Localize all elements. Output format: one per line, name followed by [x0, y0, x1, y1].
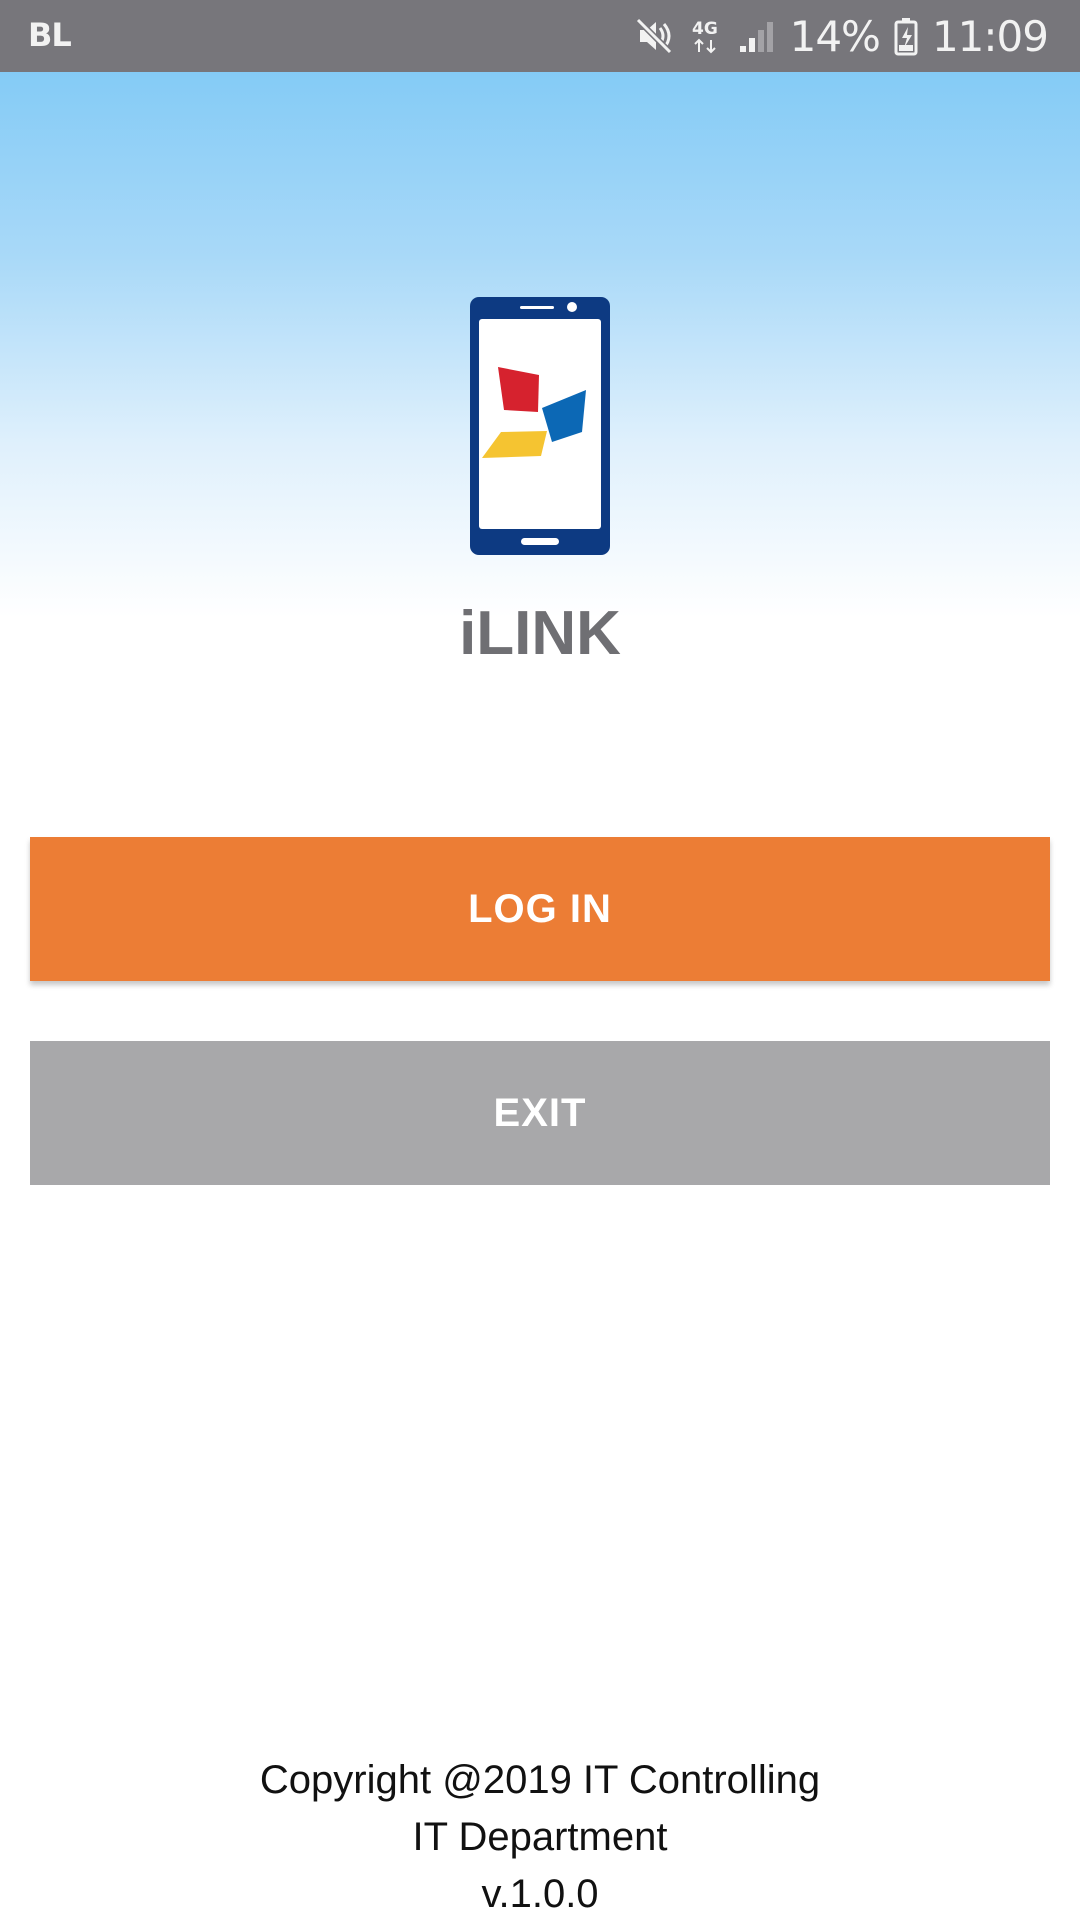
battery-charging-icon	[894, 16, 918, 56]
version-text: v.1.0.0	[481, 1872, 599, 1916]
copyright-text: Copyright @2019 IT Controlling	[259, 1758, 821, 1802]
login-button[interactable]: LOG IN	[30, 837, 1050, 981]
signal-icon	[738, 16, 776, 56]
mute-icon	[634, 16, 674, 56]
footer: Copyright @2019 IT Controlling IT Depart…	[0, 1752, 1080, 1923]
exit-button[interactable]: EXIT	[30, 1041, 1050, 1185]
network-4g-icon: 4G	[688, 16, 724, 56]
battery-percent: 14%	[789, 11, 881, 61]
network-type-label: 4G	[692, 19, 718, 39]
carrier-label: BL	[28, 16, 72, 54]
app-title: iLINK	[459, 599, 621, 668]
phone-logo-icon	[468, 295, 612, 557]
status-bar: BL 4G 14% 11:09	[0, 0, 1080, 72]
status-time: 11:09	[931, 11, 1049, 61]
department-text: IT Department	[412, 1815, 668, 1859]
status-icons: 4G 14% 11:09	[634, 0, 1049, 72]
